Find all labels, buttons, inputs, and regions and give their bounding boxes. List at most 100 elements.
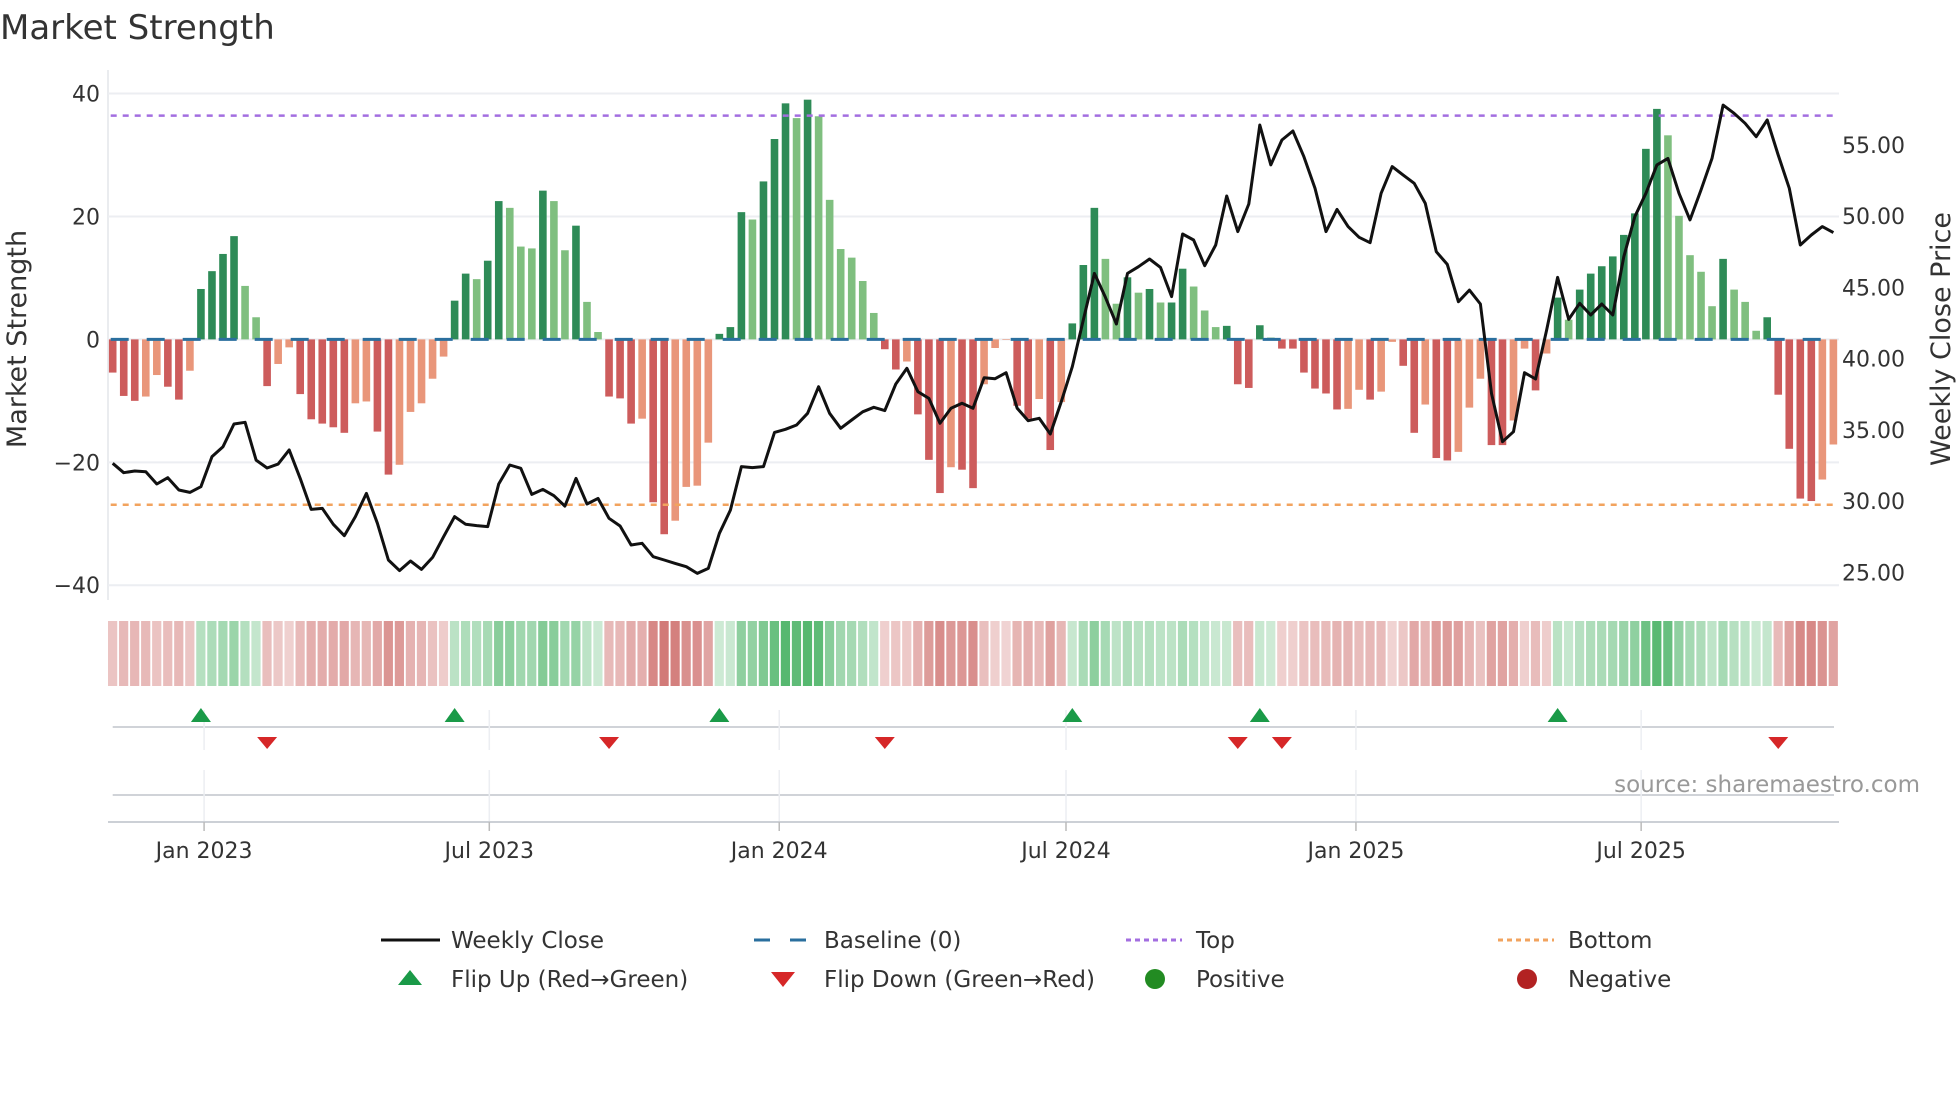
negative-bar [969, 339, 977, 489]
positive-bar [1642, 148, 1650, 340]
positive-bar [505, 207, 514, 340]
heat-cell [251, 621, 261, 686]
heat-cell [174, 621, 184, 686]
x-tick-label: Jan 2025 [1305, 839, 1404, 864]
heat-cell [1608, 621, 1618, 686]
heat-cell [141, 621, 151, 686]
negative-bar [682, 339, 691, 487]
negative-bar [1443, 339, 1452, 461]
y-tick-label: −40 [54, 574, 100, 599]
heat-cell [1387, 621, 1397, 686]
negative-bar [1366, 339, 1374, 400]
legend-item-top[interactable]: Top [1126, 928, 1235, 954]
positive-bar [572, 225, 580, 340]
heat-cell [1475, 621, 1485, 686]
y-tick-label-right: 35.00 [1842, 419, 1905, 444]
negative-bar [1509, 339, 1518, 421]
heat-cell [549, 621, 559, 686]
heat-cell [913, 621, 923, 686]
heat-cell [1266, 621, 1276, 686]
positive-bar [1631, 213, 1639, 340]
negative-bar [175, 339, 183, 400]
legend-item-baseline[interactable]: Baseline (0) [754, 928, 961, 954]
positive-bar [1178, 268, 1187, 340]
negative-bar [903, 339, 911, 362]
heat-cell [968, 621, 978, 686]
positive-bar [869, 312, 878, 340]
positive-bar [1068, 323, 1077, 340]
negative-bar [186, 339, 194, 371]
heat-cell [1233, 621, 1243, 686]
heat-cell [902, 621, 912, 686]
heat-cell [1541, 621, 1552, 686]
positive-bar [770, 139, 779, 340]
source-label[interactable]: source: sharemaestro.com [1614, 772, 1920, 798]
x-tick-label: Jan 2023 [154, 839, 253, 864]
heat-cell [460, 621, 471, 686]
heat-cell [824, 621, 835, 686]
heat-cell [637, 621, 647, 686]
heat-cell [692, 621, 702, 686]
negative-bar [1344, 339, 1352, 409]
legend-item-negative[interactable]: Negative [1517, 967, 1671, 993]
heat-cell [1563, 621, 1574, 686]
legend-item-positive[interactable]: Positive [1145, 967, 1285, 993]
x-axis: Jan 2023 Jul 2023 Jan 2024 Jul 2024 Jan 2025… [108, 821, 1839, 864]
heat-cell [1199, 621, 1210, 686]
heat-cell [681, 621, 691, 686]
positive-bar [1719, 258, 1727, 340]
heat-cell [1552, 621, 1563, 686]
positive-bar [726, 327, 735, 340]
heat-cell [405, 621, 416, 686]
heat-cell [108, 621, 118, 686]
y-tick-label-right: 50.00 [1842, 205, 1905, 230]
heat-cell [317, 621, 327, 686]
heat-cell [284, 621, 294, 686]
positive-bar [1189, 286, 1198, 340]
legend-item-close[interactable]: Weekly Close [381, 928, 604, 954]
heat-cell [593, 621, 603, 686]
legend-item-flip_up[interactable]: Flip Up (Red→Green) [398, 967, 688, 993]
heat-cell [935, 621, 945, 686]
heat-cell [1023, 621, 1033, 686]
heat-cell [1056, 621, 1066, 686]
heat-cell [626, 621, 636, 686]
negative-bar [1233, 339, 1242, 385]
heat-cell [1817, 621, 1827, 686]
heat-cell [1674, 621, 1684, 686]
negative-bar [892, 339, 900, 370]
negative-bar [1322, 339, 1330, 394]
negative-bar [329, 339, 338, 428]
heat-cell [1420, 621, 1430, 686]
negative-bar [318, 339, 327, 424]
heat-cell [1586, 621, 1596, 686]
positive-bar [1752, 330, 1760, 340]
heat-cell [1398, 621, 1408, 686]
heat-cell [218, 621, 228, 686]
heat-cell [339, 621, 349, 686]
heat-cell [957, 621, 967, 686]
positive-bar [550, 201, 558, 340]
circle-icon [1517, 969, 1537, 989]
heat-cell [1453, 621, 1463, 686]
heat-cell [1067, 621, 1077, 686]
heat-cell [163, 621, 173, 686]
positive-bar [494, 201, 503, 340]
positive-bar [583, 301, 591, 340]
negative-bar [1355, 339, 1363, 390]
legend-label: Negative [1568, 967, 1671, 993]
heat-cell [1784, 621, 1794, 686]
heat-cell [1001, 621, 1011, 686]
heat-cell [1310, 621, 1320, 686]
negative-bar [263, 339, 271, 387]
heat-cell [1828, 621, 1838, 686]
positive-bar [814, 116, 823, 340]
heat-cell [1431, 621, 1441, 686]
heat-cell [1597, 621, 1607, 686]
negative-bar [1796, 339, 1805, 499]
legend-item-bottom[interactable]: Bottom [1498, 928, 1652, 954]
negative-bar [406, 339, 415, 412]
flip-down-marker [874, 737, 895, 749]
heat-cell [427, 621, 438, 686]
legend-item-flip_down[interactable]: Flip Down (Green→Red) [771, 967, 1095, 993]
